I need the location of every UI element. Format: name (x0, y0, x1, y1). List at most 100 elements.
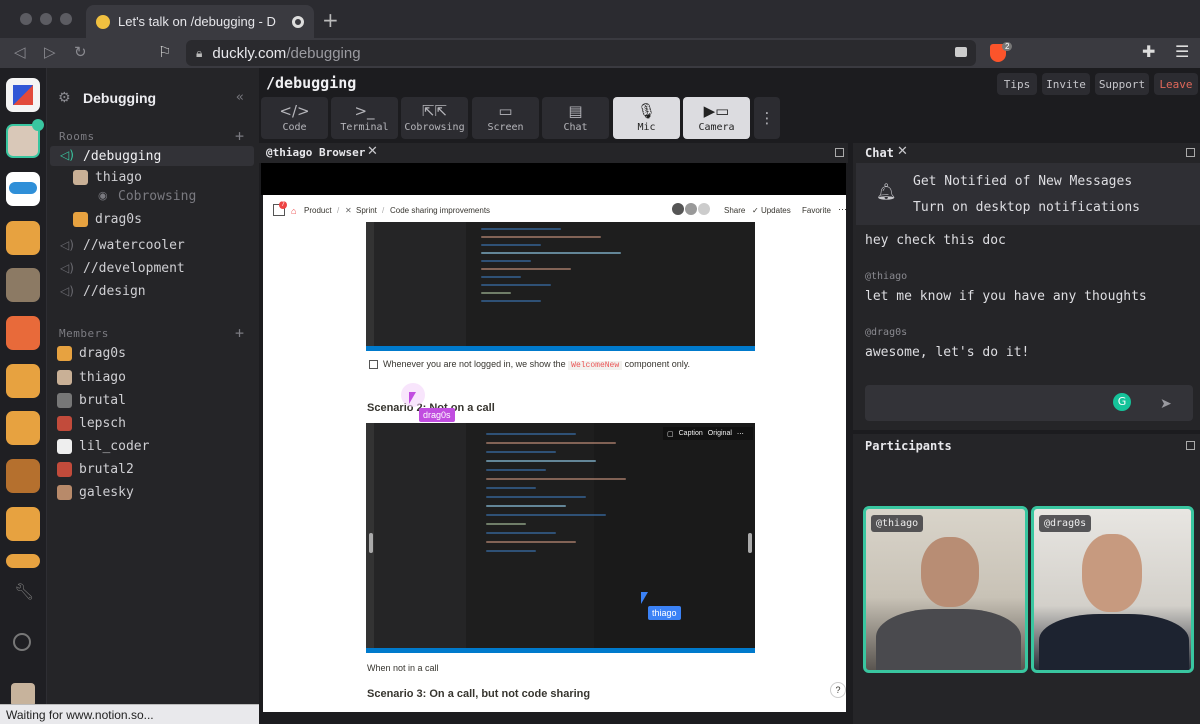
cobrowsed-page[interactable]: 7 ⌂ Product / ✕ Sprint / Code sharing im… (263, 195, 846, 712)
extensions-icon[interactable]: ✚ (1142, 42, 1155, 61)
workspace-avatar-10[interactable] (6, 507, 40, 541)
todo-text: Whenever you are not logged in, we show … (383, 359, 690, 370)
menu-icon[interactable]: ☰ (1175, 42, 1189, 61)
tips-button[interactable]: Tips (997, 73, 1037, 95)
resize-handle-left[interactable] (369, 533, 373, 553)
maximize-panel-icon[interactable] (835, 148, 844, 157)
image-toolbar: ▢ Caption Original ⋯ (663, 427, 753, 440)
workspace-avatar-9[interactable] (6, 459, 40, 493)
original-button[interactable]: Original (708, 430, 732, 437)
cobrowsing-button[interactable]: ⇱⇱ Cobrowsing (401, 97, 468, 139)
more-icon[interactable]: ⋯ (838, 204, 846, 215)
lock-icon: 🔒︎ (196, 45, 203, 60)
maximize-chat-icon[interactable] (1186, 148, 1195, 157)
video-tile-thiago[interactable]: @thiago (863, 506, 1028, 673)
workspace-avatar-1[interactable] (6, 78, 40, 112)
workspace-avatar-4[interactable] (6, 221, 40, 255)
browser-tab[interactable]: Let's talk on /debugging - D (86, 5, 314, 38)
room-item-development[interactable]: //development (83, 261, 185, 276)
video-tile-drag0s[interactable]: @drag0s (1031, 506, 1194, 673)
terminal-label: Terminal (340, 121, 389, 133)
workspace-avatar-8[interactable] (6, 411, 40, 445)
minimize-window-button[interactable] (40, 13, 52, 25)
address-bar[interactable]: 🔒︎ duckly.com /debugging (186, 40, 976, 66)
workspace-avatar-6[interactable] (6, 316, 40, 350)
add-room-icon[interactable]: + (235, 127, 244, 145)
wrench-icon[interactable]: 🔧︎ (14, 582, 34, 601)
caption-button[interactable]: Caption (679, 430, 703, 437)
workspace-avatar-11[interactable] (6, 554, 40, 568)
settings-gear-icon[interactable]: ⚙ (58, 90, 71, 106)
new-tab-button[interactable]: + (322, 8, 339, 32)
workspace-avatar-7[interactable] (6, 364, 40, 398)
breadcrumb-separator: / (382, 206, 385, 215)
speaker-on-icon: ◁) (60, 148, 74, 162)
avatar (57, 462, 72, 477)
breadcrumb-product[interactable]: Product (304, 206, 332, 215)
terminal-button[interactable]: >_ Terminal (331, 97, 398, 139)
close-chat-icon[interactable]: ✕ (897, 144, 908, 159)
share-link[interactable]: Share (724, 206, 745, 215)
screen-button[interactable]: ▭ Screen (472, 97, 539, 139)
member-item[interactable]: galesky (79, 485, 134, 500)
maximize-window-button[interactable] (60, 13, 72, 25)
tab-title: Let's talk on /debugging - D (118, 14, 276, 29)
speaker-icon: ◁) (60, 238, 74, 252)
image-caption: When not in a call (367, 663, 439, 673)
more-icon[interactable]: ⋯ (737, 430, 744, 438)
notification-banner[interactable] (856, 163, 1200, 225)
code-lines (481, 228, 621, 302)
speaker-icon: ◁) (60, 284, 74, 298)
code-label: Code (282, 121, 307, 133)
chat-button[interactable]: ▤ Chat (542, 97, 609, 139)
room-item-design[interactable]: //design (83, 284, 146, 299)
breadcrumb-page[interactable]: Code sharing improvements (390, 206, 490, 215)
close-panel-icon[interactable]: ✕ (367, 144, 378, 159)
send-icon[interactable]: ➤ (1160, 396, 1172, 412)
grammarly-icon[interactable]: G (1113, 393, 1131, 411)
updates-link[interactable]: ✓ Updates (752, 206, 791, 215)
sprint-icon: ✕ (345, 206, 352, 215)
bell-icon: 🔔︎ (876, 182, 897, 201)
workspace-avatar-5[interactable] (6, 268, 40, 302)
mic-button[interactable]: 🎙︎ Mic (613, 97, 680, 139)
help-button[interactable]: ? (830, 682, 846, 698)
member-item[interactable]: thiago (79, 370, 126, 385)
forward-icon[interactable]: ▷ (44, 43, 56, 61)
code-button[interactable]: </> Code (261, 97, 328, 139)
back-icon[interactable]: ◁ (14, 43, 26, 61)
chat-input[interactable] (865, 385, 1193, 421)
workspace-title: Debugging (83, 90, 157, 106)
avatar (57, 346, 72, 361)
remote-cursor-icon (409, 392, 423, 404)
maximize-participants-icon[interactable] (1186, 441, 1195, 450)
breadcrumb-sprint[interactable]: Sprint (356, 206, 377, 215)
room-item-watercooler[interactable]: //watercooler (83, 238, 185, 253)
participant-face (921, 537, 979, 607)
leave-button[interactable]: Leave (1154, 73, 1198, 95)
add-member-icon[interactable]: + (235, 324, 244, 342)
member-item[interactable]: lil_coder (79, 439, 149, 454)
reload-icon[interactable]: ↻ (74, 43, 87, 61)
more-options-button[interactable]: ⋮ (754, 97, 780, 139)
resize-handle-right[interactable] (748, 533, 752, 553)
member-item[interactable]: brutal2 (79, 462, 134, 477)
notification-badge: 7 (279, 201, 287, 209)
member-item[interactable]: brutal (79, 393, 126, 408)
tab-audio-icon[interactable] (292, 15, 304, 28)
camera-permission-icon[interactable] (955, 47, 967, 57)
comment-icon[interactable]: ▢ (667, 430, 674, 438)
member-item[interactable]: lepsch (79, 416, 126, 431)
member-item[interactable]: drag0s (79, 346, 126, 361)
avatar (57, 416, 72, 431)
invite-button[interactable]: Invite (1042, 73, 1090, 95)
todo-checkbox[interactable] (369, 360, 378, 369)
support-button[interactable]: Support (1095, 73, 1149, 95)
workspace-avatar-3[interactable] (6, 172, 40, 206)
bookmark-icon[interactable]: ⚐ (158, 43, 171, 61)
favorite-link[interactable]: Favorite (802, 206, 831, 215)
close-window-button[interactable] (20, 13, 32, 25)
compass-icon[interactable] (13, 633, 31, 651)
camera-button[interactable]: ▶▭ Camera (683, 97, 750, 139)
collapse-sidebar-icon[interactable]: « (236, 90, 244, 105)
